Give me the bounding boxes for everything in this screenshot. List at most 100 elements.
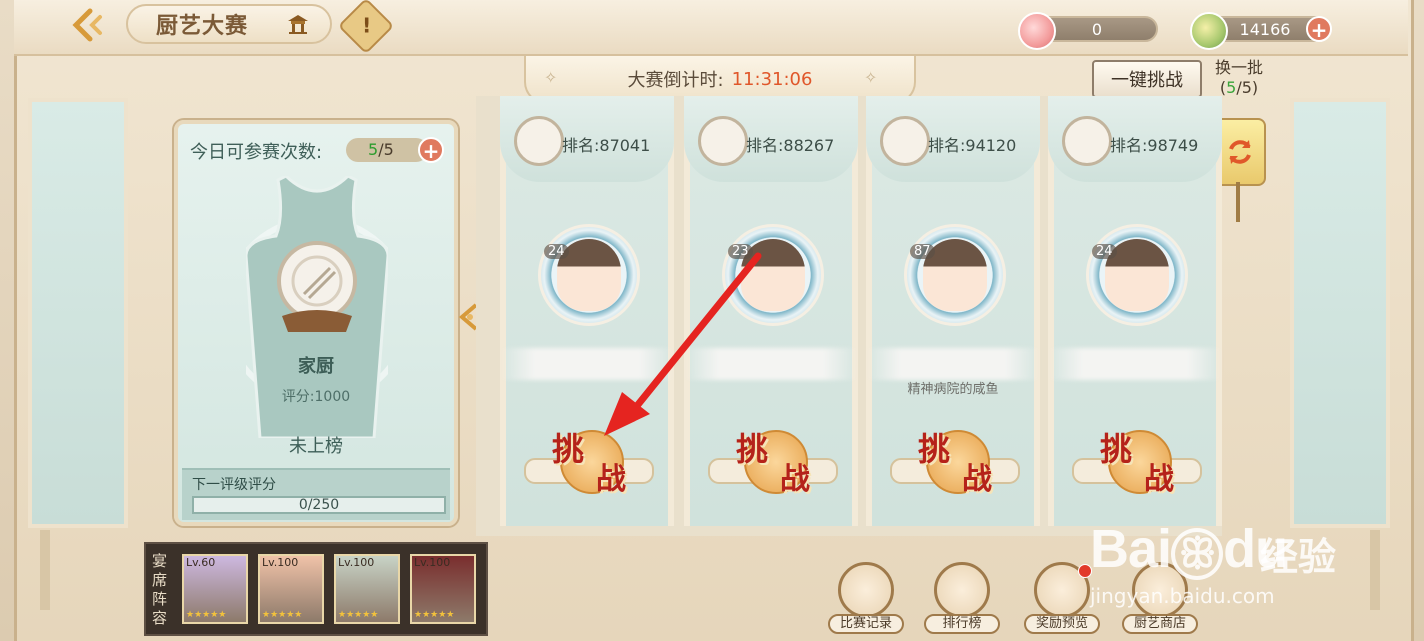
opponent-rank: 排名:87041 <box>562 136 651 155</box>
challenge-label-2: 战 <box>780 462 810 497</box>
next-tier-progress-text: 0/250 <box>298 497 340 513</box>
challenge-label-1: 挑 <box>552 430 585 468</box>
plate-spoons-icon <box>1062 116 1112 166</box>
lantern-tassel <box>1236 182 1240 222</box>
plate-spoons-icon <box>514 116 564 166</box>
attempts-label: 今日可参赛次数: <box>190 142 323 163</box>
plus-icon: + <box>1310 18 1328 42</box>
nav-button-1[interactable]: 比赛记录 <box>828 562 904 634</box>
challenge-button[interactable]: 挑战 <box>698 416 844 500</box>
opponent-subtitle: 精神病院的咸鱼 <box>907 382 999 397</box>
plate-spoons-icon <box>698 116 748 166</box>
opponent-name-blurred <box>684 348 858 380</box>
add-coin-button[interactable]: + <box>1306 16 1332 42</box>
hero-card[interactable]: Lv.100 ★★★★★ <box>410 554 476 624</box>
challenge-button[interactable]: 挑战 <box>880 416 1026 500</box>
decor-post <box>40 530 50 610</box>
opponent-header: 排名:94120 <box>866 96 1040 182</box>
opponent-level: 87 <box>910 244 935 259</box>
hero-level: Lv.100 <box>262 556 299 569</box>
sparkle-icon: ✧ <box>864 68 878 87</box>
challenge-label-1: 挑 <box>1100 430 1133 468</box>
next-tier-progress-bar: 0/250 <box>192 496 446 514</box>
plus-icon: + <box>422 139 440 163</box>
challenge-label-2: 战 <box>596 462 626 497</box>
challenge-label-2: 战 <box>962 462 992 497</box>
opponent-avatar[interactable] <box>904 224 1006 326</box>
player-title: 家厨 <box>298 356 334 377</box>
add-attempts-button[interactable]: + <box>418 137 444 163</box>
nav-label: 厨艺商店 <box>1122 614 1198 634</box>
watermark-cn: 经验 <box>1260 535 1337 579</box>
opponent-header: 排名:98749 <box>1048 96 1222 182</box>
opponent-name-blurred <box>866 348 1040 380</box>
refresh-label: 换一批 (5/5) <box>1208 58 1270 98</box>
countdown-time: 11:31:06 <box>731 68 813 90</box>
nav-button-3[interactable]: 奖励预览 <box>1024 562 1100 634</box>
opponent-level: 24 <box>544 244 569 259</box>
refresh-count: (5/5) <box>1219 78 1259 97</box>
next-tier-box: 下一评级评分 0/250 <box>182 468 450 520</box>
back-button[interactable] <box>64 6 112 44</box>
hero-level: Lv.60 <box>186 556 216 569</box>
back-arrow-icon <box>72 8 102 42</box>
page-title: 厨艺大赛 <box>156 14 249 39</box>
opponent-avatar[interactable] <box>722 224 824 326</box>
opponent-card: 排名:87041 24 挑战 <box>500 96 674 526</box>
game-screen: 厨艺大赛 ! 0 14166 + 大赛倒计时: 11:31:06 ✧ ✧ 一键挑… <box>0 0 1424 641</box>
opponent-level: 24 <box>1092 244 1117 259</box>
challenge-button[interactable]: 挑战 <box>514 416 660 500</box>
refresh-icon <box>1229 140 1251 164</box>
hero-level: Lv.100 <box>338 556 375 569</box>
refresh-text: 换一批 <box>1214 58 1263 77</box>
next-tier-label: 下一评级评分 <box>192 477 276 493</box>
opponent-card: 排名:98749 24 挑战 <box>1048 96 1222 526</box>
challenge-label-1: 挑 <box>736 430 769 468</box>
opponent-name-blurred <box>1048 348 1222 380</box>
pavilion-icon[interactable] <box>286 12 310 36</box>
watermark-brand: Bai ꕥ du <box>1090 519 1288 580</box>
challenge-label-1: 挑 <box>918 430 951 468</box>
opponent-rank: 排名:88267 <box>746 136 835 155</box>
hero-card[interactable]: Lv.100 ★★★★★ <box>258 554 324 624</box>
sparkle-icon: ✧ <box>544 68 558 87</box>
hero-stars: ★★★★★ <box>338 610 379 620</box>
opponent-card: 排名:94120 87 精神病院的咸鱼挑战 <box>866 96 1040 526</box>
peach-count: 0 <box>1091 19 1103 39</box>
one-click-challenge-button[interactable]: 一键挑战 <box>1092 60 1202 98</box>
player-score: 评分:1000 <box>281 389 351 405</box>
hero-stars: ★★★★★ <box>262 610 303 620</box>
opponent-card: 排名:88267 23 挑战 <box>684 96 858 526</box>
hero-stars: ★★★★★ <box>186 610 227 620</box>
left-decor-panel <box>28 98 128 528</box>
coin-count: 14166 <box>1239 19 1291 39</box>
coin-icon <box>1190 12 1228 50</box>
decor-post <box>1370 530 1380 610</box>
right-decor-panel <box>1290 98 1390 528</box>
banquet-lineup[interactable]: 宴席阵容 Lv.60 ★★★★★ Lv.100 ★★★★★ Lv.100 ★★★★★ Lv.… <box>144 542 488 636</box>
opponent-avatar[interactable] <box>1086 224 1188 326</box>
opponent-rank: 排名:98749 <box>1110 136 1199 155</box>
vs-record-icon <box>838 562 894 618</box>
player-rank-status: 未上榜 <box>289 436 343 457</box>
nav-label: 奖励预览 <box>1024 614 1100 634</box>
opponent-rank: 排名:94120 <box>928 136 1017 155</box>
hero-level: Lv.100 <box>414 556 451 569</box>
plate-spoons-icon <box>880 116 930 166</box>
hero-card[interactable]: Lv.60 ★★★★★ <box>182 554 248 624</box>
opponent-header: 排名:87041 <box>500 96 674 182</box>
opponent-name-blurred <box>500 348 674 380</box>
paw-icon: ꕥ <box>1171 528 1224 580</box>
hero-stars: ★★★★★ <box>414 610 455 620</box>
nav-button-2[interactable]: 排行榜 <box>924 562 1000 634</box>
opponent-avatar[interactable] <box>538 224 640 326</box>
exclamation-icon: ! <box>362 13 372 38</box>
opponent-level: 23 <box>728 244 753 259</box>
podium-icon <box>934 562 990 618</box>
hero-card[interactable]: Lv.100 ★★★★★ <box>334 554 400 624</box>
nav-label: 排行榜 <box>924 614 1000 634</box>
countdown-label: 大赛倒计时: <box>627 70 724 91</box>
baidu-watermark: Bai ꕥ du 经验 jingyan.baidu.com <box>1090 488 1350 608</box>
attempts-counter: 5/5 <box>346 138 428 162</box>
one-click-challenge-label: 一键挑战 <box>1111 70 1183 91</box>
